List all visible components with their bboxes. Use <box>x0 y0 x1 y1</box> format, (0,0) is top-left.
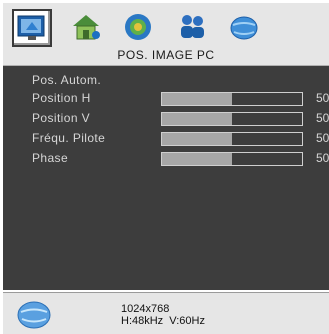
menu-item-label: Position V <box>32 111 91 125</box>
menu-item-label: Position H <box>32 91 91 105</box>
resolution-text: 1024x768 <box>121 303 170 315</box>
menu-title: POS. IMAGE PC <box>117 48 215 62</box>
monitor-input-icon <box>17 301 51 329</box>
frequency-text: H:48kHz V:60Hz <box>121 315 205 327</box>
slider-fill <box>162 93 232 105</box>
people-icon <box>181 15 204 38</box>
position-v-slider[interactable] <box>161 112 303 126</box>
tab-image-position[interactable] <box>12 9 52 47</box>
clock-slider[interactable] <box>161 132 303 146</box>
tab-color[interactable] <box>119 9 157 45</box>
menu-item-label: Fréqu. Pilote <box>32 131 106 145</box>
tab-setup[interactable] <box>173 9 211 45</box>
menu-item-position-v[interactable]: Position V 50 <box>3 110 329 128</box>
monitor-image-icon <box>17 15 45 40</box>
menu-item-phase[interactable]: Phase 50 <box>3 150 329 168</box>
position-h-slider[interactable] <box>161 92 303 106</box>
slider-value: 50 <box>316 151 329 165</box>
menu-item-position-h[interactable]: Position H 50 <box>3 90 329 108</box>
osd-menu: POS. IMAGE PC Pos. Autom. Position H 50 … <box>0 0 329 334</box>
slider-value: 50 <box>316 111 329 125</box>
slider-value: 50 <box>316 131 329 145</box>
slider-fill <box>162 133 232 145</box>
signal-info: 1024x768 H:48kHz V:60Hz <box>121 303 205 327</box>
slider-fill <box>162 153 232 165</box>
menu-item-clock[interactable]: Fréqu. Pilote 50 <box>3 130 329 148</box>
menu-item-auto-adjust[interactable]: Pos. Autom. <box>3 72 329 90</box>
menu-panel: Pos. Autom. Position H 50 Position V 50 … <box>3 66 329 290</box>
slider-fill <box>162 113 232 125</box>
color-adjust-icon <box>125 14 151 40</box>
menu-item-label: Pos. Autom. <box>32 73 102 87</box>
slider-value: 50 <box>316 91 329 105</box>
tab-home[interactable] <box>67 9 105 45</box>
globe-icon <box>230 16 258 40</box>
menu-tab-bar: POS. IMAGE PC <box>3 3 329 66</box>
phase-slider[interactable] <box>161 152 303 166</box>
menu-item-label: Phase <box>32 151 69 165</box>
house-icon <box>73 15 100 40</box>
tab-information[interactable] <box>225 9 263 45</box>
status-bar: 1024x768 H:48kHz V:60Hz <box>3 292 329 334</box>
